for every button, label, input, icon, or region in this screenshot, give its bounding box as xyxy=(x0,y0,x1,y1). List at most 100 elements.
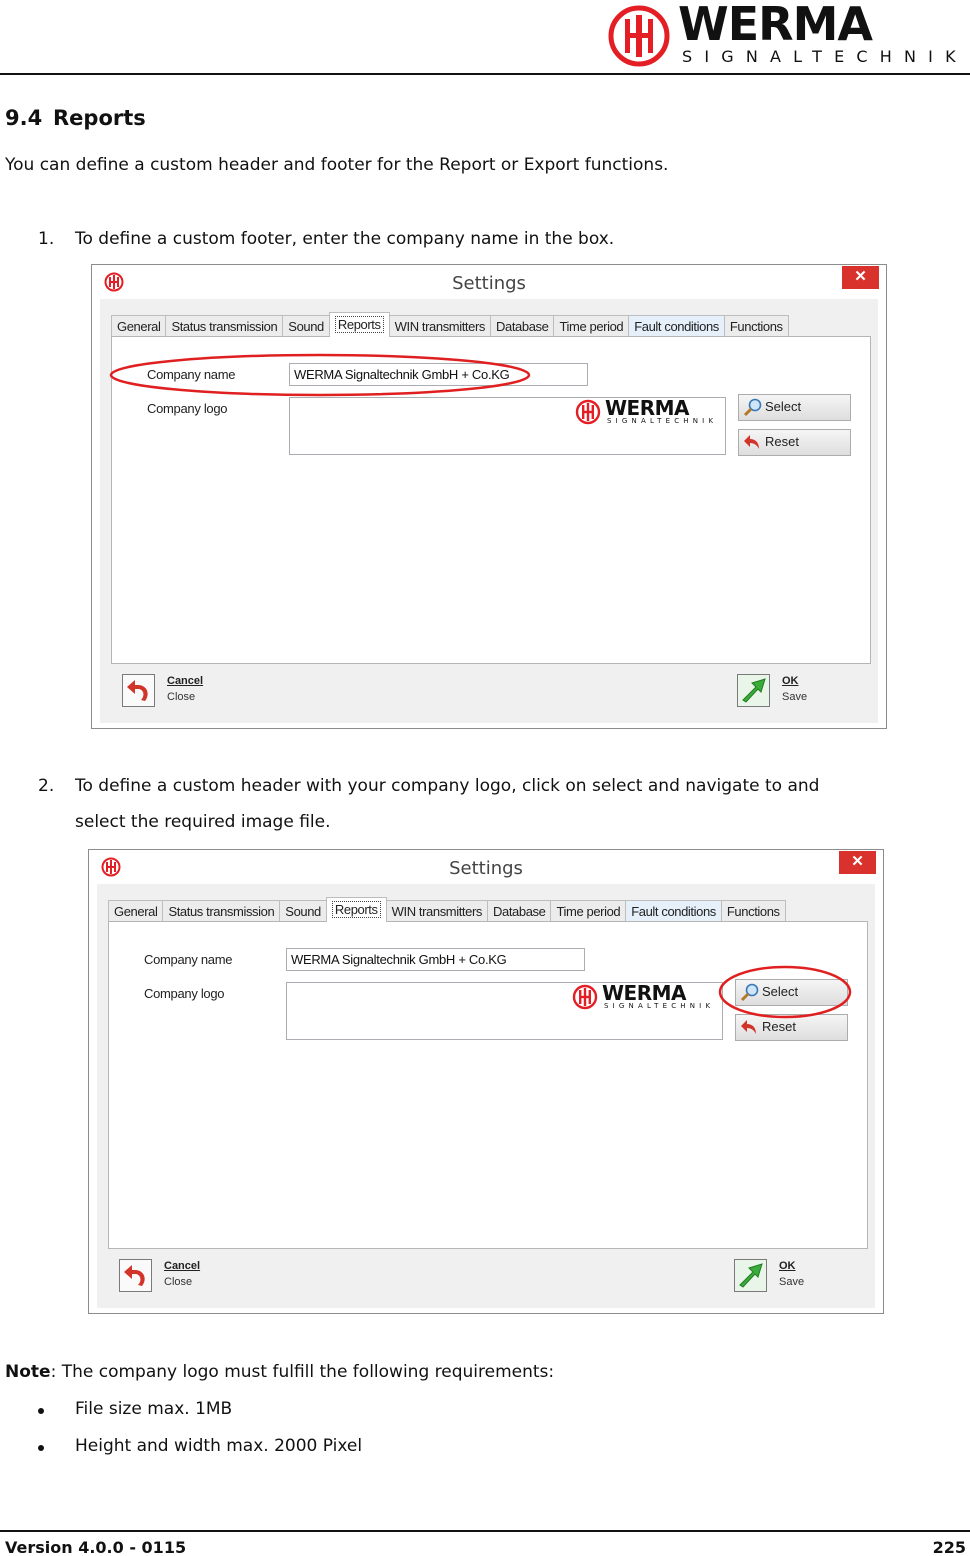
reset-button-label: Reset xyxy=(762,1019,796,1034)
step-text: To define a custom header with your comp… xyxy=(75,768,819,840)
reset-button[interactable]: Reset xyxy=(738,429,851,456)
company-logo-label: Company logo xyxy=(147,401,228,416)
tab-database[interactable]: Database xyxy=(490,315,555,337)
reports-panel: Company name WERMA Signaltechnik GmbH + … xyxy=(108,921,868,1249)
bullet-icon xyxy=(38,1408,44,1414)
intro-paragraph: You can define a custom header and foote… xyxy=(5,155,669,175)
tab-time-period[interactable]: Time period xyxy=(550,900,627,922)
section-title: Reports xyxy=(53,106,146,130)
ok-action-label[interactable]: OK Save xyxy=(782,675,807,703)
dialog-titlebar: Settings ✕ xyxy=(89,850,883,884)
tab-fault-conditions[interactable]: Fault conditions xyxy=(625,900,722,922)
select-button-label: Select xyxy=(765,399,802,414)
company-logo-label: Company logo xyxy=(144,986,225,1001)
company-name-input[interactable]: WERMA Signaltechnik GmbH + Co.KG xyxy=(286,948,585,971)
company-name-input[interactable]: WERMA Signaltechnik GmbH + Co.KG xyxy=(289,363,588,386)
header-divider xyxy=(0,73,970,75)
cancel-hint: Close xyxy=(167,691,196,703)
logo-preview-image: WERMA SIGNALTECHNIK xyxy=(575,396,723,429)
dialog-titlebar: Settings ✕ xyxy=(92,265,886,299)
reset-button[interactable]: Reset xyxy=(735,1014,848,1041)
step-text-line-1: To define a custom header with your comp… xyxy=(75,776,820,796)
ok-arrow-icon xyxy=(739,1263,763,1288)
dialog-title: Settings xyxy=(452,273,526,294)
footer-page-number: 225 xyxy=(932,1538,966,1556)
tab-time-period[interactable]: Time period xyxy=(553,315,630,337)
select-button[interactable]: Select xyxy=(735,979,848,1006)
settings-dialog-2: Settings ✕ General Status transmission S… xyxy=(88,849,884,1314)
settings-dialog-1: Settings ✕ General Status transmission S… xyxy=(91,264,887,729)
cancel-arrow-icon xyxy=(124,1265,145,1286)
ok-label: OK xyxy=(779,1260,796,1272)
section-number: 9.4 xyxy=(5,106,43,130)
tab-reports[interactable]: Reports xyxy=(325,897,387,922)
tab-database[interactable]: Database xyxy=(487,900,552,922)
company-logo-preview: WERMA SIGNALTECHNIK xyxy=(289,396,726,455)
reports-panel: Company name WERMA Signaltechnik GmbH + … xyxy=(111,336,871,664)
list-item-text: Height and width max. 2000 Pixel xyxy=(75,1436,363,1456)
cancel-label: Cancel xyxy=(167,675,204,687)
dialog-body: General Status transmission Sound Report… xyxy=(100,299,878,723)
ok-hint: Save xyxy=(779,1276,805,1288)
tab-sound[interactable]: Sound xyxy=(279,900,327,922)
brand-tagline: SIGNALTECHNIK xyxy=(682,47,968,66)
werma-mark-icon xyxy=(572,984,598,1010)
ok-button[interactable] xyxy=(737,674,770,707)
tab-fault-conditions[interactable]: Fault conditions xyxy=(628,315,725,337)
dialog-body: General Status transmission Sound Report… xyxy=(97,884,875,1308)
werma-mark-icon xyxy=(575,399,601,425)
close-button[interactable]: ✕ xyxy=(839,851,876,874)
list-item-text: File size max. 1MB xyxy=(75,1399,233,1419)
tab-general[interactable]: General xyxy=(108,900,164,922)
step-number: 1. xyxy=(38,229,55,249)
cancel-action-label[interactable]: Cancel Close xyxy=(164,1260,200,1288)
tab-sound[interactable]: Sound xyxy=(282,315,330,337)
cancel-action-label[interactable]: Cancel Close xyxy=(167,675,203,703)
ok-arrow-icon xyxy=(742,678,766,703)
step-text-line-2: select the required image file. xyxy=(75,812,331,832)
logo-preview-image: WERMA SIGNALTECHNIK xyxy=(572,981,720,1014)
company-logo-preview: WERMA SIGNALTECHNIK xyxy=(286,981,723,1040)
magnifier-icon xyxy=(740,983,759,1002)
bullet-icon xyxy=(38,1445,44,1451)
dialog-action-bar: Cancel Close OK Save xyxy=(100,669,878,717)
dialog-action-bar: Cancel Close OK Save xyxy=(97,1254,875,1302)
tab-functions[interactable]: Functions xyxy=(723,315,789,337)
company-name-label: Company name xyxy=(144,952,233,967)
logo-preview-tagline: SIGNALTECHNIK xyxy=(607,417,718,425)
tab-status-transmission[interactable]: Status transmission xyxy=(165,315,284,337)
tab-strip: General Status transmission Sound Report… xyxy=(111,312,789,337)
cancel-button[interactable] xyxy=(122,674,155,707)
note-paragraph: Note: The company logo must fulfill the … xyxy=(5,1362,554,1382)
select-button[interactable]: Select xyxy=(738,394,851,421)
cancel-arrow-icon xyxy=(127,680,148,701)
logo-preview-tagline: SIGNALTECHNIK xyxy=(604,1002,715,1010)
tab-win-transmitters[interactable]: WIN transmitters xyxy=(388,315,492,337)
note-text: : The company logo must fulfill the foll… xyxy=(50,1362,555,1382)
tab-general[interactable]: General xyxy=(111,315,167,337)
tab-reports-label: Reports xyxy=(334,316,384,333)
ok-button[interactable] xyxy=(734,1259,767,1292)
magnifier-icon xyxy=(743,398,762,417)
step-number: 2. xyxy=(38,776,55,796)
ok-action-label[interactable]: OK Save xyxy=(779,1260,804,1288)
section-heading: 9.4 Reports xyxy=(5,106,146,130)
tab-functions[interactable]: Functions xyxy=(720,900,786,922)
ok-hint: Save xyxy=(782,691,808,703)
reset-button-label: Reset xyxy=(765,434,799,449)
note-label: Note xyxy=(5,1362,51,1382)
werma-logo: WERMA SIGNALTECHNIK xyxy=(608,0,960,69)
tab-reports-label: Reports xyxy=(331,901,381,918)
close-button[interactable]: ✕ xyxy=(842,266,879,289)
footer-divider xyxy=(0,1530,970,1532)
footer-version: Version 4.0.0 - 0115 xyxy=(5,1538,187,1556)
select-button-label: Select xyxy=(762,984,799,999)
cancel-button[interactable] xyxy=(119,1259,152,1292)
dialog-title: Settings xyxy=(449,858,523,879)
tab-reports[interactable]: Reports xyxy=(328,312,390,337)
undo-arrow-icon xyxy=(744,435,759,449)
step-text: To define a custom footer, enter the com… xyxy=(75,229,615,249)
tab-status-transmission[interactable]: Status transmission xyxy=(162,900,281,922)
brand-name: WERMA xyxy=(678,0,873,51)
tab-win-transmitters[interactable]: WIN transmitters xyxy=(385,900,489,922)
